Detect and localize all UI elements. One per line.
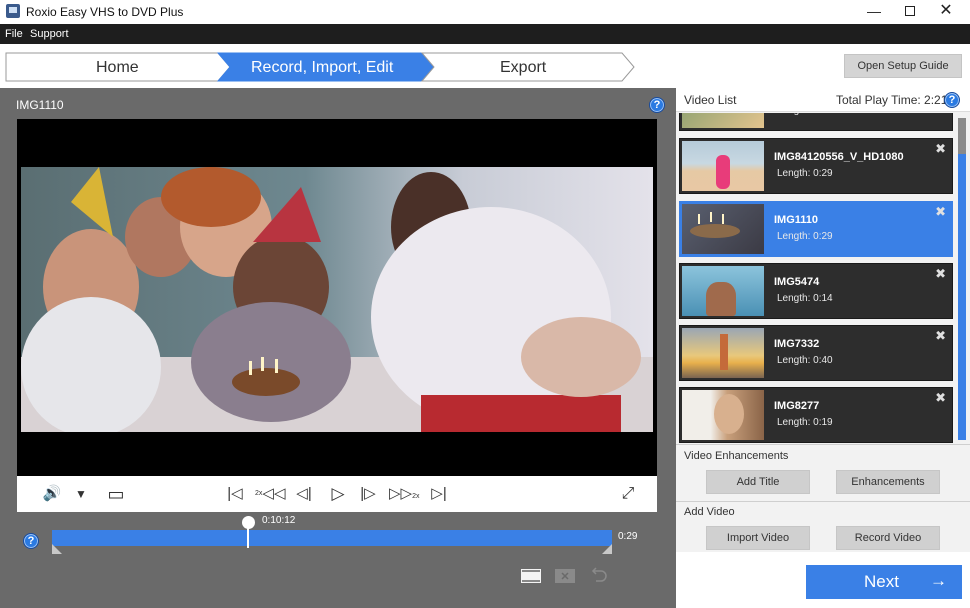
playhead-handle[interactable]: [241, 516, 255, 529]
side-panel: Video List Total Play Time: 2:21 ? Lengt…: [676, 88, 970, 608]
current-time: 0:10:12: [262, 515, 296, 526]
video-title: IMG1110: [16, 98, 64, 112]
help-icon[interactable]: ?: [649, 97, 665, 113]
maximize-icon: [905, 6, 915, 16]
split-clip-button[interactable]: [521, 569, 541, 583]
record-video-button[interactable]: Record Video: [836, 526, 940, 550]
menu-bar: File Support: [0, 24, 970, 44]
video-enhancements-label: Video Enhancements: [684, 450, 789, 462]
fullscreen-button[interactable]: ⤢: [617, 484, 639, 504]
video-frame-image: [21, 167, 653, 432]
next-button[interactable]: Next →: [806, 565, 962, 599]
divider: [676, 444, 970, 445]
go-to-end-button[interactable]: ▷|: [427, 484, 451, 504]
fast-forward-badge: 2x: [412, 493, 420, 500]
timeline-help-icon[interactable]: ?: [23, 533, 39, 549]
video-thumbnail: [682, 141, 764, 191]
volume-button[interactable]: 🔊: [41, 484, 63, 504]
delete-clip-button[interactable]: [555, 569, 575, 583]
fast-forward-2x-button[interactable]: ▷▷2x: [389, 484, 419, 504]
play-button[interactable]: ▷: [327, 484, 349, 504]
add-video-label: Add Video: [684, 506, 735, 518]
video-list-item[interactable]: IMG84120556_V_HD1080 Length: 0:29 ✖: [679, 138, 953, 194]
video-list-item[interactable]: Length: 0:08: [679, 113, 953, 131]
video-player[interactable]: [17, 119, 657, 476]
total-time: 0:29: [618, 531, 638, 542]
video-list-item[interactable]: IMG5474 Length: 0:14 ✖: [679, 263, 953, 319]
step-export[interactable]: Export: [500, 59, 546, 77]
playhead-line: [247, 528, 249, 548]
rewind-2x-button[interactable]: 2x◁◁: [255, 484, 285, 504]
remove-video-icon[interactable]: ✖: [935, 390, 946, 406]
workflow-steps: Home Record, Import, Edit Export Open Se…: [0, 44, 970, 88]
video-list-header: Video List Total Play Time: 2:21 ?: [676, 88, 970, 112]
video-thumbnail: [682, 328, 764, 378]
video-name: IMG1110: [774, 214, 819, 226]
app-icon: [6, 4, 20, 18]
video-list-help-icon[interactable]: ?: [944, 92, 960, 108]
title-bar: Roxio Easy VHS to DVD Plus — ✕: [0, 0, 970, 24]
aspect-ratio-button[interactable]: ▭: [105, 484, 127, 504]
next-label: Next: [864, 572, 899, 591]
total-play-time: Total Play Time: 2:21: [836, 93, 948, 107]
navigation-footer: Next →: [676, 552, 970, 608]
video-name: IMG7332: [774, 338, 820, 350]
menu-file[interactable]: File: [5, 28, 23, 40]
film-split-icon: [521, 569, 541, 583]
video-name: IMG8277: [774, 400, 820, 412]
video-list-scrollbar[interactable]: [958, 118, 966, 440]
video-name: IMG5474: [774, 276, 820, 288]
arrow-right-icon: →: [930, 571, 947, 590]
video-thumbnail: [682, 113, 764, 128]
video-length: Length: 0:29: [777, 168, 833, 179]
timeline-track[interactable]: [52, 530, 612, 546]
step-record-import-edit[interactable]: Record, Import, Edit: [251, 59, 393, 77]
video-list-item[interactable]: IMG7332 Length: 0:40 ✖: [679, 325, 953, 381]
trim-end-handle[interactable]: [602, 544, 612, 554]
undo-button[interactable]: [589, 566, 609, 584]
remove-video-icon[interactable]: ✖: [935, 328, 946, 344]
remove-video-icon[interactable]: ✖: [935, 141, 946, 157]
video-list-title: Video List: [684, 93, 737, 107]
trim-start-handle[interactable]: [52, 544, 62, 554]
video-length: Length: 0:08: [777, 113, 833, 116]
undo-icon: [591, 567, 607, 582]
step-back-button[interactable]: ◁|: [293, 484, 315, 504]
divider: [676, 501, 970, 502]
minimize-button[interactable]: —: [856, 0, 892, 24]
video-list: Length: 0:08 IMG84120556_V_HD1080 Length…: [676, 113, 956, 443]
fast-forward-icon: ▷▷: [389, 485, 413, 502]
menu-support[interactable]: Support: [30, 28, 69, 40]
maximize-button[interactable]: [892, 0, 928, 24]
video-name: IMG84120556_V_HD1080: [774, 151, 904, 163]
open-setup-guide-button[interactable]: Open Setup Guide: [844, 54, 962, 78]
video-list-item[interactable]: IMG8277 Length: 0:19 ✖: [679, 387, 953, 443]
import-video-button[interactable]: Import Video: [706, 526, 810, 550]
volume-dropdown[interactable]: ▼: [73, 484, 89, 504]
enhancements-button[interactable]: Enhancements: [836, 470, 940, 494]
video-list-item-selected[interactable]: IMG1110 Length: 0:29 ✖: [679, 201, 953, 257]
video-thumbnail: [682, 266, 764, 316]
close-button[interactable]: ✕: [928, 0, 964, 24]
player-controls: 🔊 ▼ ▭ |◁ 2x◁◁ ◁| ▷ |▷ ▷▷2x ▷| ⤢: [17, 476, 657, 512]
scrollbar-thumb[interactable]: [958, 154, 966, 440]
remove-video-icon[interactable]: ✖: [935, 266, 946, 282]
film-delete-icon: [555, 569, 575, 583]
video-length: Length: 0:14: [777, 293, 833, 304]
preview-panel: IMG1110 ? 🔊 ▼ ▭ |◁ 2x◁◁ ◁| ▷ |▷ ▷▷2x ▷| …: [0, 88, 676, 608]
video-thumbnail: [682, 204, 764, 254]
remove-video-icon[interactable]: ✖: [935, 204, 946, 220]
step-home[interactable]: Home: [96, 59, 139, 77]
add-title-button[interactable]: Add Title: [706, 470, 810, 494]
video-length: Length: 0:29: [777, 231, 833, 242]
video-length: Length: 0:40: [777, 355, 833, 366]
birthday-scene: [21, 167, 653, 432]
step-forward-button[interactable]: |▷: [357, 484, 379, 504]
rewind-icon: ◁◁: [262, 485, 286, 502]
window-title: Roxio Easy VHS to DVD Plus: [26, 5, 184, 19]
video-length: Length: 0:19: [777, 417, 833, 428]
go-to-start-button[interactable]: |◁: [223, 484, 247, 504]
video-thumbnail: [682, 390, 764, 440]
scrollbar-track-top: [958, 118, 966, 154]
